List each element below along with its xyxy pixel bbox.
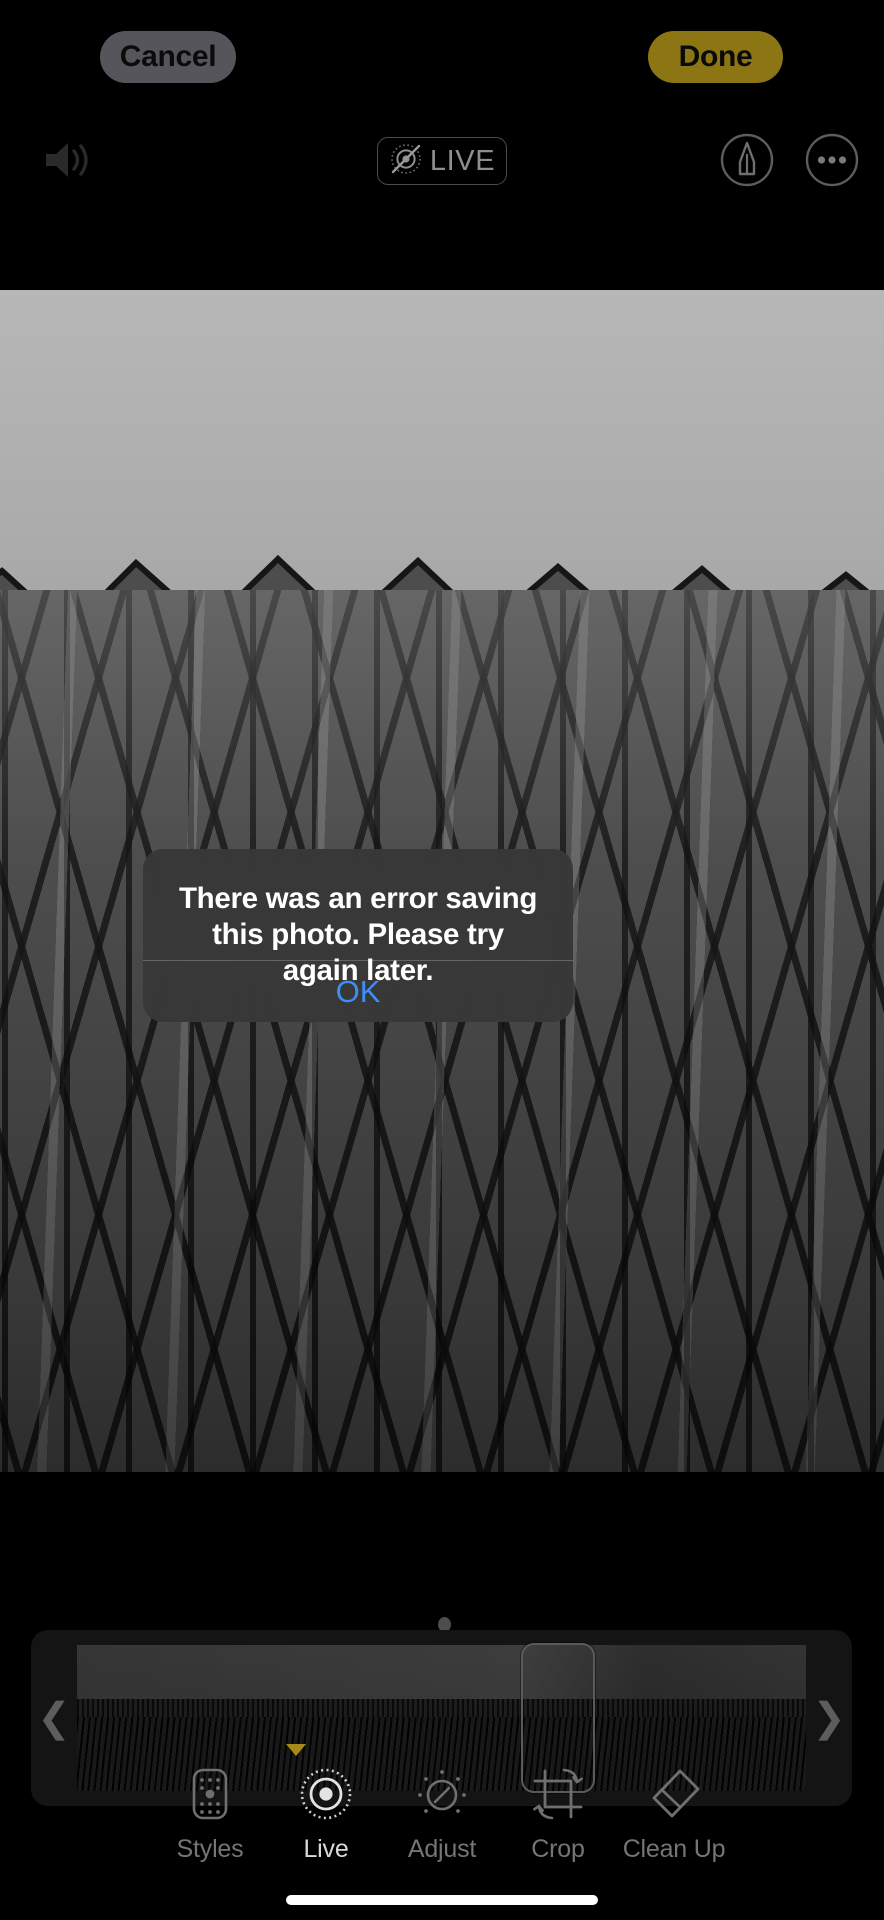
alert-ok-button[interactable]: OK	[143, 961, 573, 1022]
tool-adjust[interactable]: Adjust	[384, 1766, 500, 1864]
tool-label-live: Live	[303, 1835, 349, 1863]
active-tool-indicator	[286, 1744, 306, 1756]
tool-clean-up[interactable]: Clean Up	[616, 1766, 732, 1864]
live-badge-label: LIVE	[429, 144, 496, 177]
tool-label-crop: Crop	[531, 1835, 585, 1863]
top-toolbar: Cancel Done LIVE	[0, 0, 884, 290]
tool-label-clean-up: Clean Up	[622, 1835, 726, 1863]
adjust-icon	[414, 1766, 470, 1822]
crop-icon	[530, 1766, 586, 1822]
done-button[interactable]: Done	[648, 31, 783, 83]
tool-crop[interactable]: Crop	[500, 1766, 616, 1864]
speaker-wave-icon[interactable]	[36, 128, 100, 192]
tool-label-styles: Styles	[176, 1835, 244, 1863]
cancel-button[interactable]: Cancel	[100, 31, 236, 83]
filmstrip-right-chevron[interactable]: ❯	[806, 1695, 852, 1741]
live-icon	[298, 1766, 354, 1822]
edit-mode-toolbar: Styles Live Adjust Crop Clean Up	[0, 1766, 884, 1876]
live-photo-toggle-badge[interactable]: LIVE	[377, 137, 507, 185]
more-ellipsis-icon[interactable]	[800, 128, 864, 192]
clean-up-icon	[646, 1766, 702, 1822]
live-photo-off-icon	[389, 142, 423, 181]
markup-pen-icon[interactable]	[715, 128, 779, 192]
home-indicator	[286, 1895, 598, 1905]
photo-editor-screen: Cancel Done LIVE There was an error savi…	[0, 0, 884, 1920]
tool-live[interactable]: Live	[268, 1766, 384, 1864]
tool-label-adjust: Adjust	[407, 1835, 477, 1863]
filmstrip-left-chevron[interactable]: ❮	[31, 1695, 77, 1741]
error-alert-dialog: There was an error saving this photo. Pl…	[143, 849, 573, 1022]
styles-icon	[186, 1766, 234, 1822]
photo-building-facade	[0, 590, 884, 1472]
tool-styles[interactable]: Styles	[152, 1766, 268, 1864]
